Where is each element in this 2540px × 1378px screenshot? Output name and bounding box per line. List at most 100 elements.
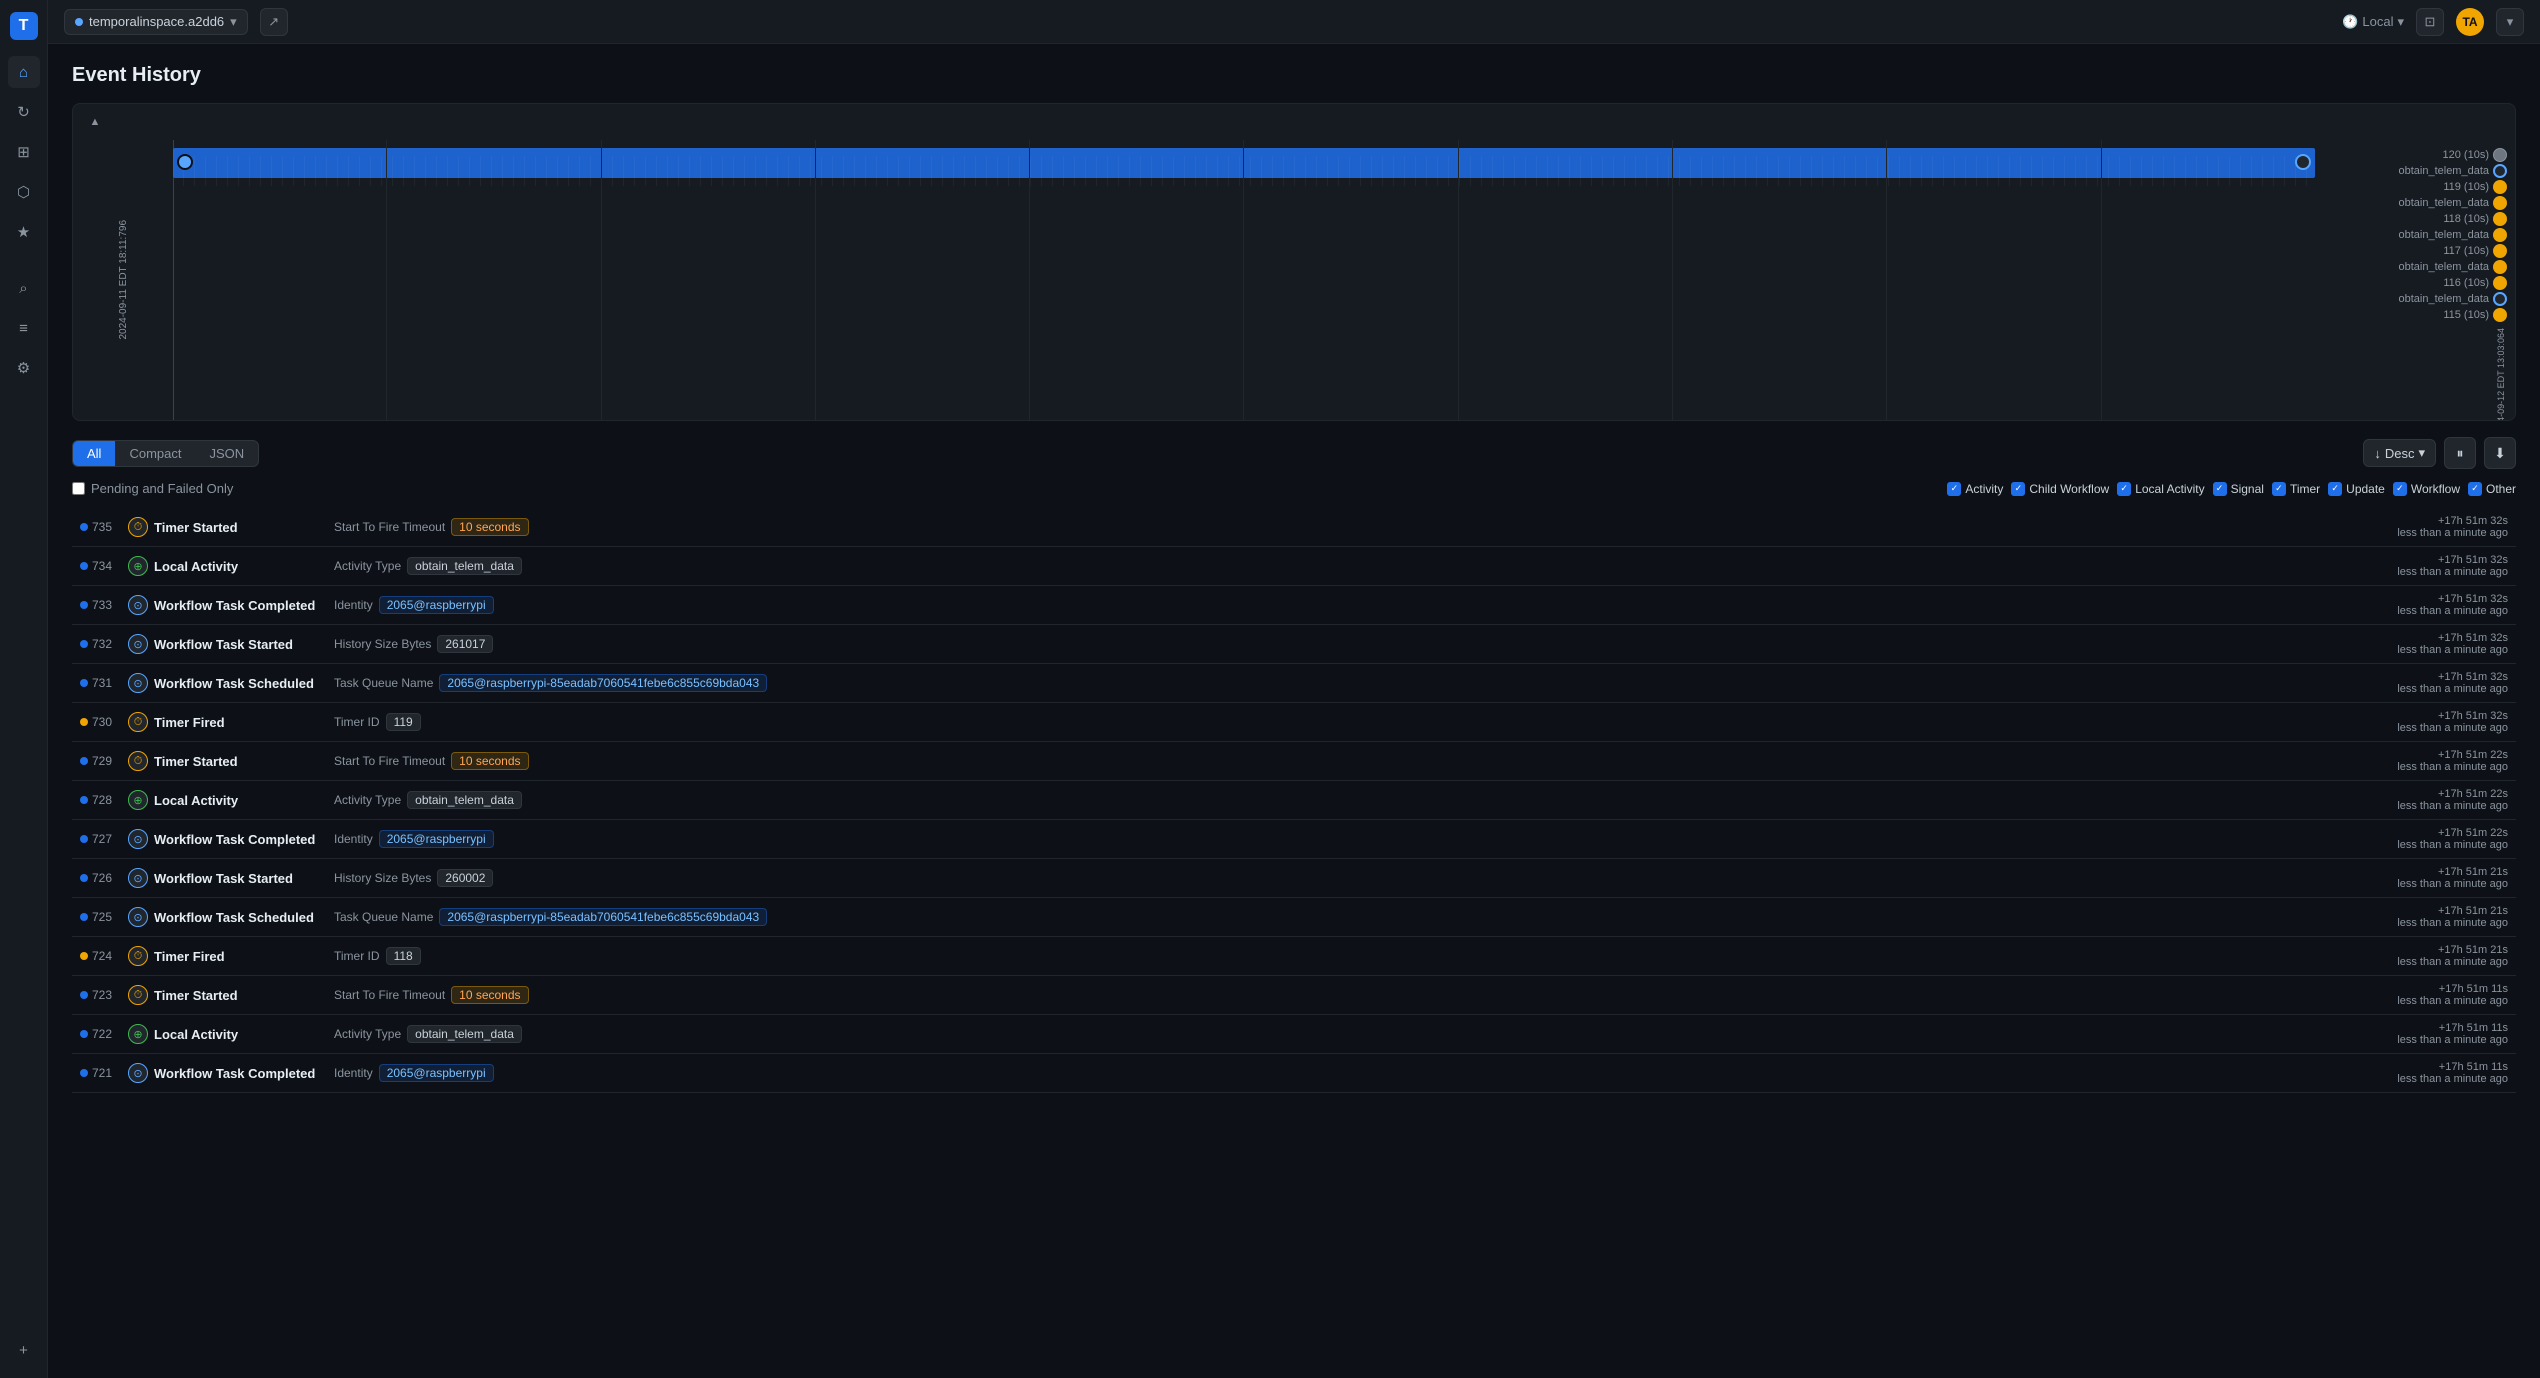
timezone-selector[interactable]: 🕐 Local ▾ (2342, 14, 2404, 30)
event-name: Workflow Task Started (154, 871, 334, 886)
event-indicator (80, 562, 88, 570)
sidebar-item-plus[interactable]: + (8, 1334, 40, 1366)
event-meta: Timer ID 119 (334, 713, 2328, 731)
table-row[interactable]: 722 ⊕ Local Activity Activity Type obtai… (72, 1015, 2516, 1054)
event-id: 726 (92, 871, 128, 885)
timeline-right-label: 118 (10s) (2443, 213, 2489, 225)
sidebar-item-list[interactable]: ≡ (8, 312, 40, 344)
meta-value: 10 seconds (451, 518, 528, 536)
table-row[interactable]: 728 ⊕ Local Activity Activity Type obtai… (72, 781, 2516, 820)
event-type-icon: ⏱ (128, 517, 148, 537)
chip-child-workflow[interactable]: ✓ Child Workflow (2011, 482, 2109, 496)
sidebar-item-refresh[interactable]: ↻ (8, 96, 40, 128)
chip-activity[interactable]: ✓ Activity (1947, 482, 2003, 496)
event-time-absolute: less than a minute ago (2328, 1073, 2508, 1085)
event-time-relative: +17h 51m 22s (2328, 788, 2508, 800)
meta-value: 261017 (437, 635, 493, 653)
sort-button[interactable]: ↓ Desc ▾ (2363, 439, 2436, 467)
event-name: Timer Fired (154, 715, 334, 730)
table-row[interactable]: 731 ⊙ Workflow Task Scheduled Task Queue… (72, 664, 2516, 703)
indicator-dot (80, 562, 88, 570)
table-row[interactable]: 724 ⏱ Timer Fired Timer ID 118 +17h 51m … (72, 937, 2516, 976)
chip-workflow[interactable]: ✓ Workflow (2393, 482, 2460, 496)
event-time-absolute: less than a minute ago (2328, 800, 2508, 812)
pause-button[interactable]: ⏸ (2444, 437, 2476, 469)
chip-other[interactable]: ✓ Other (2468, 482, 2516, 496)
indicator-dot (80, 796, 88, 804)
tab-json[interactable]: JSON (195, 441, 258, 466)
namespace-status-dot (75, 18, 83, 26)
tab-compact[interactable]: Compact (115, 441, 195, 466)
table-row[interactable]: 726 ⊙ Workflow Task Started History Size… (72, 859, 2516, 898)
timeline-start-dot (177, 154, 193, 170)
pending-failed-filter[interactable]: Pending and Failed Only (72, 481, 233, 496)
pending-failed-checkbox[interactable] (72, 482, 85, 495)
avatar[interactable]: TA (2456, 8, 2484, 36)
sidebar-item-search[interactable]: ⌕ (8, 272, 40, 304)
event-name: Timer Started (154, 520, 334, 535)
meta-value: obtain_telem_data (407, 1025, 522, 1043)
table-row[interactable]: 721 ⊙ Workflow Task Completed Identity 2… (72, 1054, 2516, 1093)
timeline-right-item: obtain_telem_data (2323, 196, 2507, 210)
timeline-dot-119 (2493, 180, 2507, 194)
chip-workflow-checkbox: ✓ (2393, 482, 2407, 496)
timeline-right-item: obtain_telem_data (2323, 260, 2507, 274)
indicator-dot (80, 601, 88, 609)
table-row[interactable]: 730 ⏱ Timer Fired Timer ID 119 +17h 51m … (72, 703, 2516, 742)
timeline-main[interactable] (173, 140, 2315, 420)
event-time-relative: +17h 51m 11s (2328, 983, 2508, 995)
sort-label: Desc (2385, 446, 2415, 461)
table-row[interactable]: 723 ⏱ Timer Started Start To Fire Timeou… (72, 976, 2516, 1015)
table-row[interactable]: 732 ⊙ Workflow Task Started History Size… (72, 625, 2516, 664)
indicator-dot (80, 1030, 88, 1038)
event-type-icon: ⏱ (128, 985, 148, 1005)
table-row[interactable]: 733 ⊙ Workflow Task Completed Identity 2… (72, 586, 2516, 625)
sidebar: T ⌂ ↻ ⊞ ⬡ ★ ⌕ ≡ ⚙ + (0, 0, 48, 1378)
event-time: +17h 51m 21s less than a minute ago (2328, 866, 2508, 890)
table-row[interactable]: 729 ⏱ Timer Started Start To Fire Timeou… (72, 742, 2516, 781)
sidebar-item-settings[interactable]: ⚙ (8, 352, 40, 384)
event-id: 723 (92, 988, 128, 1002)
external-link-icon[interactable]: ↗ (260, 8, 288, 36)
sidebar-item-home[interactable]: ⌂ (8, 56, 40, 88)
namespace-dropdown-icon[interactable]: ▾ (230, 14, 237, 30)
event-time-absolute: less than a minute ago (2328, 956, 2508, 968)
feedback-icon[interactable]: ⊡ (2416, 8, 2444, 36)
event-type-icon: ⊕ (128, 1024, 148, 1044)
event-time-relative: +17h 51m 21s (2328, 944, 2508, 956)
table-row[interactable]: 735 ⏱ Timer Started Start To Fire Timeou… (72, 508, 2516, 547)
meta-key: History Size Bytes (334, 637, 431, 651)
indicator-dot (80, 874, 88, 882)
table-row[interactable]: 734 ⊕ Local Activity Activity Type obtai… (72, 547, 2516, 586)
meta-value: obtain_telem_data (407, 791, 522, 809)
chip-timer[interactable]: ✓ Timer (2272, 482, 2320, 496)
tab-all[interactable]: All (73, 441, 115, 466)
event-time: +17h 51m 32s less than a minute ago (2328, 671, 2508, 695)
event-name: Workflow Task Scheduled (154, 676, 334, 691)
chip-signal[interactable]: ✓ Signal (2213, 482, 2264, 496)
clock-icon: 🕐 (2342, 14, 2358, 30)
sidebar-item-workflow[interactable]: ⬡ (8, 176, 40, 208)
event-indicator (80, 757, 88, 765)
app-logo[interactable]: T (10, 12, 38, 40)
chip-update-label: Update (2346, 482, 2385, 496)
sidebar-item-layers[interactable]: ⊞ (8, 136, 40, 168)
event-time-absolute: less than a minute ago (2328, 605, 2508, 617)
avatar-dropdown-icon[interactable]: ▾ (2496, 8, 2524, 36)
sidebar-item-star[interactable]: ★ (8, 216, 40, 248)
event-meta: Start To Fire Timeout 10 seconds (334, 986, 2328, 1004)
chip-update[interactable]: ✓ Update (2328, 482, 2385, 496)
collapse-timeline-button[interactable]: ▲ (85, 112, 105, 132)
indicator-dot (80, 523, 88, 531)
table-row[interactable]: 725 ⊙ Workflow Task Scheduled Task Queue… (72, 898, 2516, 937)
download-button[interactable]: ⬇ (2484, 437, 2516, 469)
event-time: +17h 51m 11s less than a minute ago (2328, 1061, 2508, 1085)
table-row[interactable]: 727 ⊙ Workflow Task Completed Identity 2… (72, 820, 2516, 859)
timeline-stripes (173, 156, 2315, 186)
timezone-dropdown-icon[interactable]: ▾ (2397, 14, 2404, 30)
timeline-end-label: 2024-09-12 EDT 13:03:064 (2496, 328, 2507, 420)
chip-local-activity[interactable]: ✓ Local Activity (2117, 482, 2204, 496)
event-indicator (80, 796, 88, 804)
namespace-selector[interactable]: temporalinspace.a2dd6 ▾ (64, 9, 248, 35)
event-meta: Task Queue Name 2065@raspberrypi-85eadab… (334, 908, 2328, 926)
